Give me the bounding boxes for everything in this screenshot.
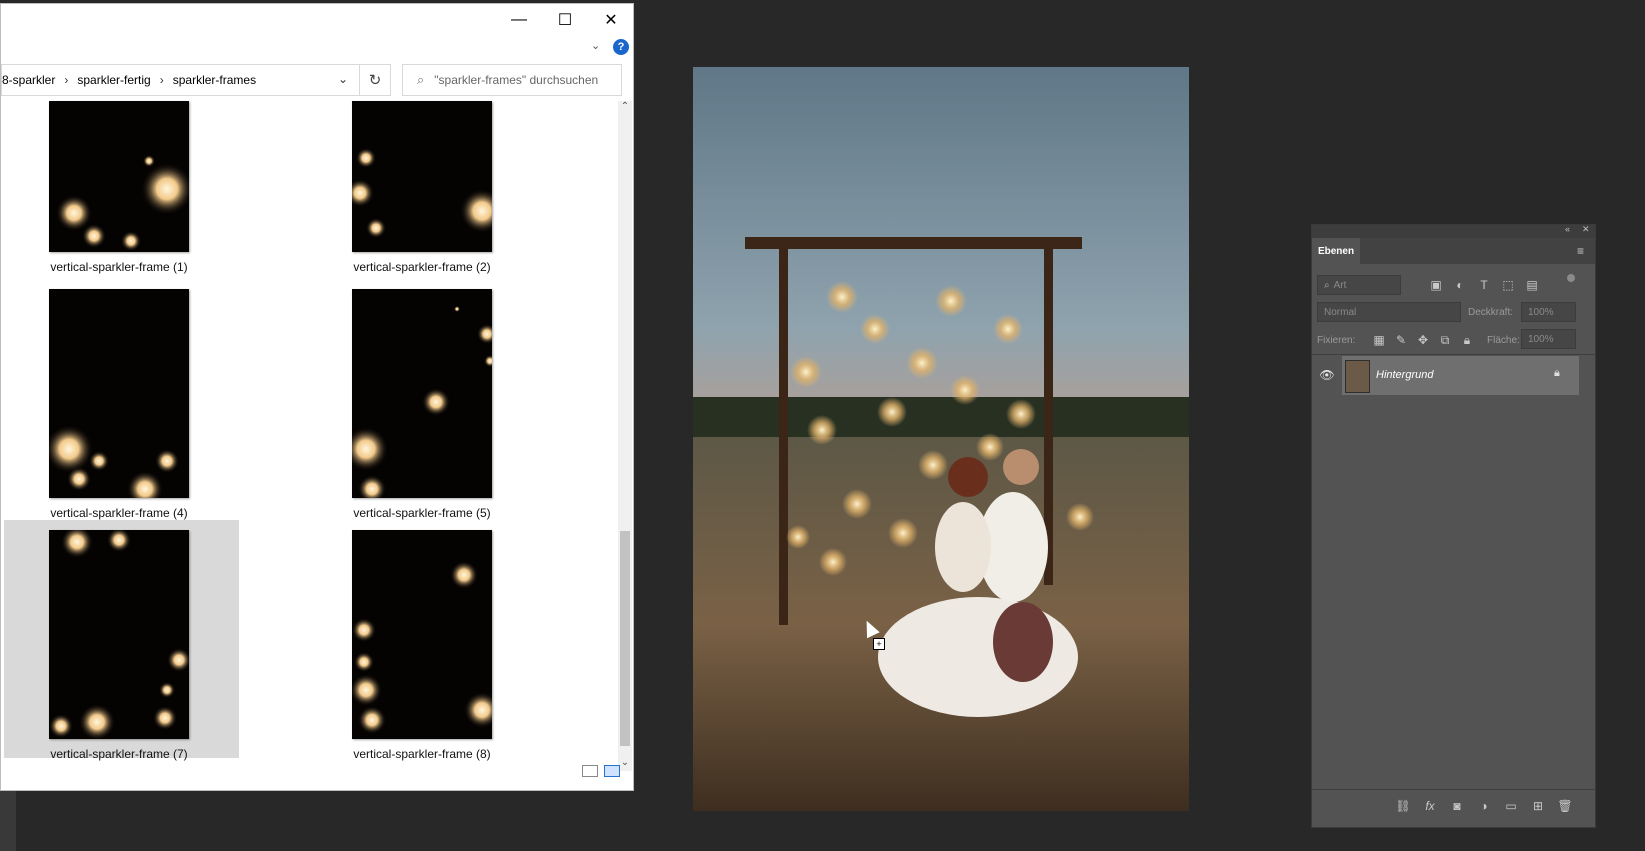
filter-kind-select[interactable]: ⌕ Art xyxy=(1317,275,1401,295)
visibility-eye-icon[interactable]: 👁︎ xyxy=(1318,366,1336,384)
file-thumbnail[interactable] xyxy=(352,530,492,739)
panel-header-bar: « ✕ xyxy=(1312,224,1595,238)
close-panel-icon[interactable]: ✕ xyxy=(1582,224,1590,235)
divider xyxy=(1312,789,1595,790)
help-icon-glyph: ? xyxy=(617,41,625,53)
filter-kind-label: Art xyxy=(1333,279,1347,291)
sparkler-image xyxy=(352,561,492,734)
chevron-down-icon[interactable]: ⌄ xyxy=(591,39,600,52)
sparkler-image xyxy=(352,148,492,238)
sparkler-image xyxy=(352,306,492,498)
layer-thumbnail xyxy=(1345,360,1370,393)
close-icon: ✕ xyxy=(604,12,618,29)
smart-object-filter-icon[interactable]: ▤ xyxy=(1523,276,1541,294)
file-thumbnail[interactable] xyxy=(352,101,492,252)
lock-image-icon[interactable]: ✎ xyxy=(1392,331,1410,349)
details-view-icon[interactable] xyxy=(582,765,598,777)
close-button[interactable]: ✕ xyxy=(588,4,633,36)
opacity-input[interactable]: 100% xyxy=(1521,302,1576,322)
file-name[interactable]: vertical-sparkler-frame (2) xyxy=(352,260,492,274)
file-explorer-window: — ☐ ✕ ⌄ ? 8-sparkler › sparkler-fertig ›… xyxy=(0,3,634,791)
new-layer-icon[interactable]: ⊞ xyxy=(1529,797,1547,815)
file-name[interactable]: vertical-sparkler-frame (1) xyxy=(49,260,189,274)
layer-row[interactable]: Hintergrund 🔒︎ xyxy=(1342,356,1579,395)
search-input[interactable]: ⌕ "sparkler-frames" durchsuchen xyxy=(402,64,622,96)
delete-layer-icon[interactable]: 🗑︎ xyxy=(1556,797,1574,815)
tab-label: Ebenen xyxy=(1317,245,1355,257)
lock-artboard-icon[interactable]: ⧉ xyxy=(1436,331,1454,349)
fill-value: 100% xyxy=(1528,333,1554,345)
refresh-button[interactable]: ↻ xyxy=(359,64,391,96)
sparkler-image xyxy=(56,155,189,251)
adjustment-filter-icon[interactable]: ◐ xyxy=(1451,276,1469,294)
help-icon[interactable]: ? xyxy=(613,39,629,55)
filter-toggle-icon[interactable] xyxy=(1567,274,1575,282)
type-filter-icon[interactable]: T xyxy=(1475,276,1493,294)
search-icon: ⌕ xyxy=(1324,279,1330,291)
sparkler-image xyxy=(49,530,189,739)
refresh-icon: ↻ xyxy=(368,72,382,89)
breadcrumb-item[interactable]: sparkler-fertig xyxy=(77,73,150,87)
layer-name[interactable]: Hintergrund xyxy=(1376,369,1433,381)
adjustment-layer-icon[interactable]: ◑ xyxy=(1475,797,1493,815)
tab-layers[interactable]: Ebenen xyxy=(1312,238,1360,264)
file-name[interactable]: vertical-sparkler-frame (8) xyxy=(352,747,492,761)
link-layers-icon[interactable]: ⛓︎ xyxy=(1394,797,1412,815)
new-group-icon[interactable]: ▭ xyxy=(1502,797,1520,815)
file-thumbnail[interactable] xyxy=(49,289,189,498)
panel-menu-icon[interactable]: ≡ xyxy=(1577,244,1584,258)
fx-icon[interactable]: fx xyxy=(1421,797,1439,815)
divider xyxy=(1312,354,1595,355)
opacity-label: Deckkraft: xyxy=(1468,307,1514,318)
file-thumbnail[interactable] xyxy=(352,289,492,498)
sparkler-image xyxy=(49,425,179,498)
layers-panel: « ✕ Ebenen ≡ ⌕ Art ▣ ◐ T ⬚ ▤ Normal Deckk… xyxy=(1311,224,1596,828)
dropdown-chevron-icon[interactable]: ⌄ xyxy=(338,72,348,86)
fill-input[interactable]: 100% xyxy=(1521,329,1576,349)
file-name[interactable]: vertical-sparkler-frame (5) xyxy=(352,506,492,520)
lock-transparency-icon[interactable]: ▦ xyxy=(1370,331,1388,349)
large-icons-view-icon[interactable] xyxy=(604,765,620,777)
file-thumbnail[interactable] xyxy=(49,101,189,252)
minimize-icon: — xyxy=(511,11,527,28)
wedding-photo xyxy=(693,67,1189,811)
scroll-down-arrow[interactable]: ⌄ xyxy=(618,757,632,771)
breadcrumb-item[interactable]: sparkler-frames xyxy=(173,73,256,87)
fill-label: Fläche: xyxy=(1487,335,1520,346)
image-filter-icon[interactable]: ▣ xyxy=(1427,276,1445,294)
breadcrumb-item[interactable]: 8-sparkler xyxy=(2,73,55,87)
lock-label: Fixieren: xyxy=(1317,335,1356,346)
chevron-right-icon: › xyxy=(64,73,69,87)
minimize-button[interactable]: — xyxy=(496,4,542,36)
blend-mode-value: Normal xyxy=(1324,306,1357,318)
shape-filter-icon[interactable]: ⬚ xyxy=(1499,276,1517,294)
copy-cursor-icon: + xyxy=(873,638,885,650)
maximize-icon: ☐ xyxy=(557,12,573,29)
file-name[interactable]: vertical-sparkler-frame (4) xyxy=(49,506,189,520)
chevron-right-icon: › xyxy=(159,73,164,87)
layer-lock-icon[interactable]: 🔒︎ xyxy=(1554,367,1560,380)
vertical-scrollbar[interactable]: ⌃ ⌄ xyxy=(618,101,632,771)
lock-position-icon[interactable]: ✥ xyxy=(1414,331,1432,349)
search-icon: ⌕ xyxy=(417,72,425,87)
file-name[interactable]: vertical-sparkler-frame (7) xyxy=(49,747,189,761)
file-thumbnail[interactable] xyxy=(49,530,189,739)
ruler-strip xyxy=(0,791,16,851)
scroll-up-arrow[interactable]: ⌃ xyxy=(618,101,632,115)
canvas-image[interactable] xyxy=(693,67,1189,811)
scrollbar-thumb[interactable] xyxy=(620,531,630,746)
address-bar[interactable]: 8-sparkler › sparkler-fertig › sparkler-… xyxy=(1,64,391,96)
opacity-value: 100% xyxy=(1528,306,1554,318)
search-placeholder: "sparkler-frames" durchsuchen xyxy=(434,73,599,87)
lock-all-icon[interactable]: 🔒︎ xyxy=(1458,331,1476,349)
add-mask-icon[interactable]: ◙ xyxy=(1448,797,1466,815)
collapse-icon[interactable]: « xyxy=(1565,224,1570,234)
blend-mode-select[interactable]: Normal xyxy=(1317,302,1461,322)
maximize-button[interactable]: ☐ xyxy=(542,4,588,36)
